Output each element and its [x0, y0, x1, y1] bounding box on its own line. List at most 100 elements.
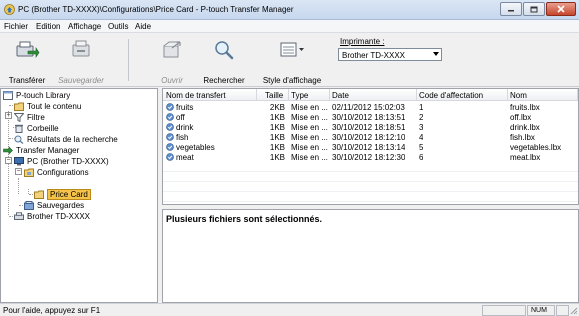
table-row[interactable]: vegetables 1KB Mise en ... 30/10/2012 18… [163, 142, 578, 152]
library-icon [3, 91, 13, 100]
printer-label: Imprimante : [340, 37, 385, 46]
printer-select[interactable]: Brother TD-XXXX [338, 48, 442, 61]
column-header-transfer-name[interactable]: Nom de transfert [166, 91, 226, 100]
table-row[interactable]: drink 1KB Mise en ... 30/10/2012 18:18:5… [163, 122, 578, 132]
expand-filter-toggle[interactable]: + [5, 112, 12, 119]
toolbar-separator [128, 39, 129, 81]
cell-type: Mise en ... [291, 133, 328, 142]
column-divider[interactable] [256, 89, 257, 101]
table-row[interactable]: fish 1KB Mise en ... 30/10/2012 18:12:10… [163, 132, 578, 142]
filter-icon [14, 113, 24, 122]
pc-icon [14, 157, 24, 166]
tree-item-label: Brother TD-XXXX [27, 212, 90, 221]
menu-fichier[interactable]: Fichier [4, 22, 28, 31]
tree-item-filter[interactable]: Filtre [14, 112, 45, 123]
transfer-manager-icon [3, 146, 13, 155]
label-file-icon [166, 123, 174, 131]
collapse-configurations-toggle[interactable]: − [15, 168, 22, 175]
cell-assign-code: 6 [419, 153, 424, 162]
column-divider[interactable] [577, 89, 578, 101]
cell-transfer-name: vegetables [166, 143, 256, 152]
trash-icon [15, 124, 23, 133]
minimize-button[interactable] [500, 2, 522, 16]
menu-affichage[interactable]: Affichage [68, 22, 101, 31]
menu-outils[interactable]: Outils [108, 22, 128, 31]
column-header-type[interactable]: Type [291, 91, 308, 100]
cell-size: 1KB [269, 123, 285, 132]
label-file-icon [166, 143, 174, 151]
tree-item-label: Transfer Manager [16, 146, 80, 155]
app-icon [4, 4, 15, 15]
tree-item-label: Configurations [37, 168, 89, 177]
save-label: Sauvegarder [58, 76, 104, 85]
close-button[interactable] [546, 2, 576, 16]
column-divider[interactable] [416, 89, 417, 101]
chevron-down-icon [433, 52, 439, 56]
cell-name: fish.lbx [510, 133, 535, 142]
tree-item-search-results[interactable]: Résultats de la recherche [14, 134, 118, 145]
num-lock-indicator: NUM [527, 305, 555, 316]
transfer-button[interactable]: Transférer [2, 33, 52, 87]
tree-item-price-card[interactable]: Price Card [34, 189, 91, 200]
view-style-label: Style d'affichage [262, 76, 322, 85]
preview-pane: Plusieurs fichiers sont sélectionnés. [162, 209, 579, 303]
cell-size: 1KB [269, 133, 285, 142]
search-label: Rechercher [203, 76, 245, 85]
table-row[interactable]: off 1KB Mise en ... 30/10/2012 18:13:51 … [163, 112, 578, 122]
printer-value: Brother TD-XXXX [342, 51, 405, 60]
list-header: Nom de transfert Taille Type Date Code d… [163, 89, 578, 101]
title-bar: PC (Brother TD-XXXX)\Configurations\Pric… [0, 0, 579, 20]
tree-item-label: Tout le contenu [27, 102, 82, 111]
tree-item-configurations[interactable]: Configurations [24, 167, 89, 178]
tree-item-transfer-manager[interactable]: Transfer Manager [3, 145, 79, 156]
tree-item-label: P-touch Library [16, 91, 71, 100]
search-results-icon [14, 135, 24, 144]
cell-date: 30/10/2012 18:13:14 [332, 143, 406, 152]
empty-list-row [163, 172, 578, 182]
transfer-label: Transférer [8, 76, 46, 85]
tree-item-printer[interactable]: Brother TD-XXXX [14, 211, 90, 222]
tree-item-label: Sauvegardes [37, 201, 85, 210]
tree-item-trash[interactable]: Corbeille [14, 123, 59, 134]
menu-edition[interactable]: Edition [36, 22, 60, 31]
cell-type: Mise en ... [291, 123, 328, 132]
table-row[interactable]: fruits 2KB Mise en ... 02/11/2012 15:02:… [163, 102, 578, 112]
cell-size: 1KB [269, 143, 285, 152]
folder-icon [14, 102, 24, 111]
column-header-date[interactable]: Date [332, 91, 349, 100]
label-file-icon [166, 153, 174, 161]
cell-type: Mise en ... [291, 113, 328, 122]
save-button[interactable]: Sauvegarder [52, 33, 110, 87]
cell-transfer-name: drink [166, 123, 256, 132]
tree-item-backups[interactable]: Sauvegardes [24, 200, 84, 211]
empty-list-row [163, 182, 578, 192]
preview-message: Plusieurs fichiers sont sélectionnés. [166, 214, 323, 224]
resize-grip-icon[interactable] [570, 307, 578, 315]
status-bar: Pour l'aide, appuyez sur F1 NUM [0, 303, 579, 316]
window-title: PC (Brother TD-XXXX)\Configurations\Pric… [18, 5, 294, 14]
cell-assign-code: 4 [419, 133, 424, 142]
open-button[interactable]: Ouvrir [152, 33, 192, 87]
view-style-button[interactable]: Style d'affichage [258, 33, 326, 87]
column-header-assign-code[interactable]: Code d'affectation [419, 91, 483, 100]
tree-item-pc[interactable]: PC (Brother TD-XXXX) [14, 156, 109, 167]
cell-name: off.lbx [510, 113, 532, 122]
maximize-button[interactable] [523, 2, 545, 16]
search-button[interactable]: Rechercher [200, 33, 248, 87]
table-row[interactable]: meat 1KB Mise en ... 30/10/2012 18:12:30… [163, 152, 578, 162]
cell-transfer-name: fruits [166, 103, 256, 112]
cell-date: 30/10/2012 18:12:30 [332, 153, 406, 162]
tree-item-ptouch-library[interactable]: P-touch Library [3, 90, 70, 101]
column-divider[interactable] [288, 89, 289, 101]
column-divider[interactable] [329, 89, 330, 101]
cell-assign-code: 3 [419, 123, 424, 132]
column-header-size[interactable]: Taille [265, 91, 283, 100]
cell-assign-code: 2 [419, 113, 424, 122]
cell-date: 30/10/2012 18:12:10 [332, 133, 406, 142]
collapse-pc-toggle[interactable]: − [5, 157, 12, 164]
column-divider[interactable] [507, 89, 508, 101]
tree-item-label: Price Card [47, 189, 91, 200]
menu-aide[interactable]: Aide [135, 22, 151, 31]
column-header-name[interactable]: Nom [510, 91, 527, 100]
tree-item-all-content[interactable]: Tout le contenu [14, 101, 81, 112]
